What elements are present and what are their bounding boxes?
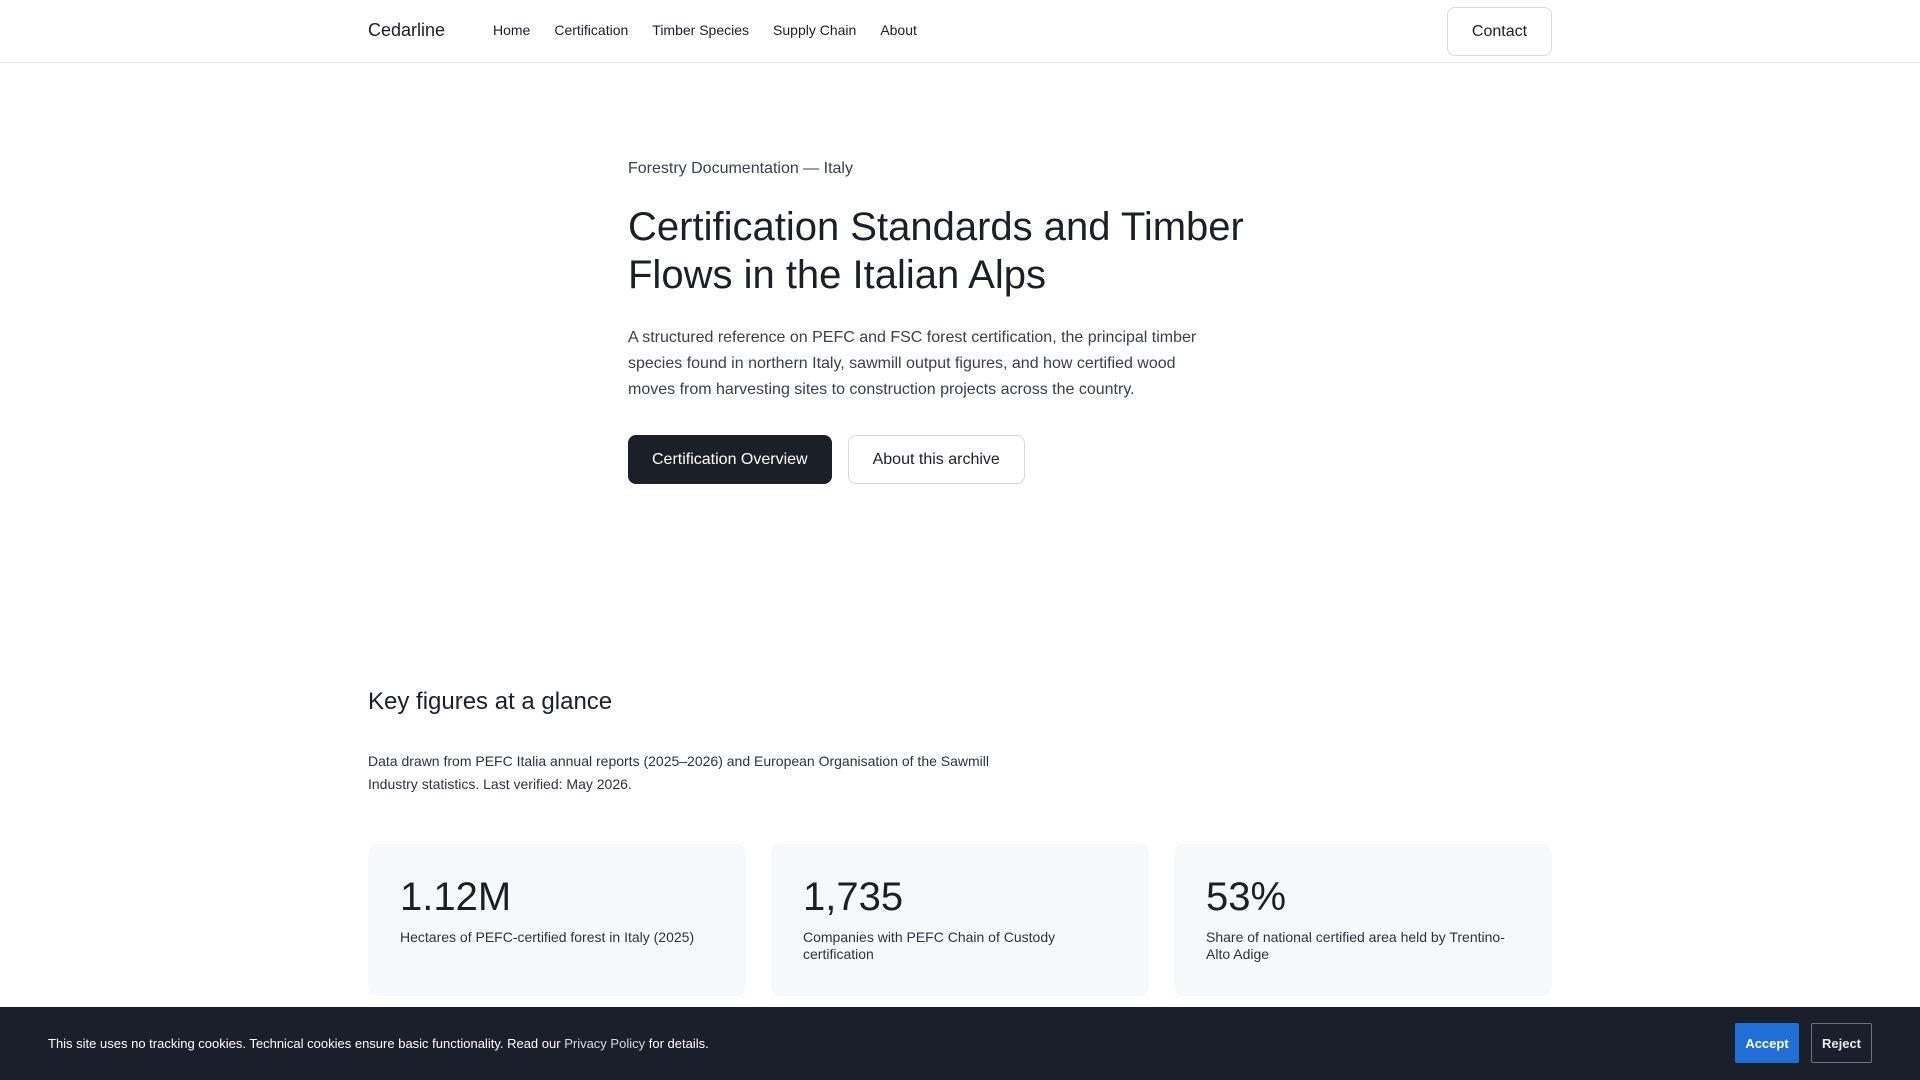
contact-button[interactable]: Contact [1447,7,1552,56]
hero-description: A structured reference on PEFC and FSC f… [628,329,1197,398]
stat-value: 53% [1206,875,1287,919]
stat-value: 1.12M [400,875,512,919]
stat-card-certified-forest: 1.12M Hectares of PEFC-certified forest … [368,844,746,996]
accept-cookies-button[interactable]: Accept [1735,1023,1799,1063]
cookie-text-after: for details. [645,1036,709,1051]
cookie-banner: This site uses no tracking cookies. Tech… [0,1007,1920,1080]
hero-actions: Certification Overview About this archiv… [628,435,1308,484]
certification-overview-button[interactable]: Certification Overview [628,435,832,484]
privacy-policy-link[interactable]: Privacy Policy [564,1036,645,1051]
hero-eyebrow: Forestry Documentation — Italy [628,160,853,177]
site-header: Cedarline Home Certification Timber Spec… [0,0,1920,63]
nav-certification[interactable]: Certification [554,22,628,38]
stat-card-chain-of-custody: 1,735 Companies with PEFC Chain of Custo… [771,844,1149,996]
stat-cards: 1.12M Hectares of PEFC-certified forest … [368,844,1552,996]
about-archive-button[interactable]: About this archive [847,435,1025,484]
nav-timber-species[interactable]: Timber Species [652,22,749,38]
nav-home[interactable]: Home [493,22,530,38]
main-nav: Home Certification Timber Species Supply… [493,22,941,38]
stat-value: 1,735 [803,875,904,919]
stat-label: Companies with PEFC Chain of Custody cer… [803,929,1056,962]
nav-about[interactable]: About [880,22,917,38]
cookie-message: This site uses no tracking cookies. Tech… [48,1036,709,1051]
stat-label: Hectares of PEFC-certified forest in Ita… [400,929,695,945]
cookie-text-before: This site uses no tracking cookies. Tech… [48,1036,565,1051]
reject-cookies-button[interactable]: Reject [1811,1023,1872,1063]
key-figures-title: Key figures at a glance [368,688,613,715]
nav-supply-chain[interactable]: Supply Chain [773,22,856,38]
key-figures-note: Data drawn from PEFC Italia annual repor… [368,753,990,792]
page-title: Certification Standards and Timber Flows… [628,205,1244,297]
key-figures-section: Key figures at a glance Data drawn from … [368,688,1552,996]
stat-label: Share of national certified area held by… [1206,929,1505,962]
brand-logo[interactable]: Cedarline [368,20,445,41]
stat-card-trentino-share: 53% Share of national certified area hel… [1174,844,1552,996]
hero-section: Forestry Documentation — Italy Certifica… [628,160,1308,484]
